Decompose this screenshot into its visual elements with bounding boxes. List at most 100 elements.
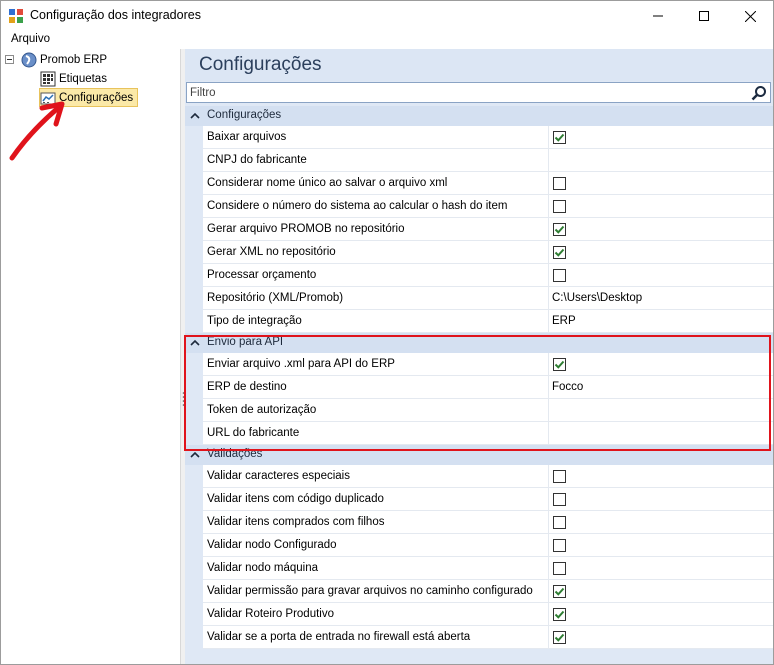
property-value-text: Focco <box>552 381 584 393</box>
property-row[interactable]: URL do fabricante <box>185 422 773 445</box>
property-row[interactable]: Validar nodo Configurado <box>185 534 773 557</box>
property-value[interactable] <box>548 218 773 241</box>
property-value[interactable] <box>548 195 773 218</box>
checked-checkbox[interactable] <box>553 223 566 236</box>
tree-node-promob-erp[interactable]: Promob ERP <box>21 50 107 69</box>
property-row[interactable]: Baixar arquivos <box>185 126 773 149</box>
property-name: Validar se a porta de entrada no firewal… <box>207 631 471 643</box>
property-value[interactable] <box>548 241 773 264</box>
collapse-caret-icon[interactable] <box>190 338 200 348</box>
checkmark-icon <box>554 360 565 369</box>
property-value[interactable] <box>548 557 773 580</box>
property-row[interactable]: Processar orçamento <box>185 264 773 287</box>
checked-checkbox[interactable] <box>553 131 566 144</box>
property-row[interactable]: Token de autorização <box>185 399 773 422</box>
property-row[interactable]: Gerar XML no repositório <box>185 241 773 264</box>
property-value[interactable] <box>548 422 773 445</box>
filter-input[interactable] <box>190 84 740 101</box>
row-gutter <box>185 465 203 488</box>
property-row[interactable]: Validar caracteres especiais <box>185 465 773 488</box>
property-value[interactable] <box>548 353 773 376</box>
property-name: Validar nodo máquina <box>207 562 319 574</box>
row-gutter <box>185 534 203 557</box>
property-value[interactable] <box>548 488 773 511</box>
unchecked-checkbox[interactable] <box>553 493 566 506</box>
property-value[interactable] <box>548 399 773 422</box>
minimize-button[interactable] <box>635 1 681 31</box>
property-row[interactable]: Validar itens comprados com filhos <box>185 511 773 534</box>
checked-checkbox[interactable] <box>553 608 566 621</box>
property-value[interactable] <box>548 534 773 557</box>
property-value[interactable] <box>548 511 773 534</box>
property-row[interactable]: ERP de destino Focco <box>185 376 773 399</box>
checkmark-icon <box>554 610 565 619</box>
maximize-button[interactable] <box>681 1 727 31</box>
category-envio-para-api[interactable]: Envio para API <box>185 333 773 353</box>
property-value[interactable] <box>548 172 773 195</box>
property-name: Gerar XML no repositório <box>207 246 336 258</box>
property-row[interactable]: Gerar arquivo PROMOB no repositório <box>185 218 773 241</box>
property-name: Baixar arquivos <box>207 131 287 143</box>
collapse-caret-icon[interactable] <box>190 111 200 121</box>
row-gutter <box>185 310 203 333</box>
property-row[interactable]: Tipo de integração ERP <box>185 310 773 333</box>
property-value[interactable]: Focco <box>548 376 773 399</box>
category-configuracoes[interactable]: Configurações <box>185 106 773 126</box>
filter-box[interactable] <box>186 82 771 103</box>
close-button[interactable] <box>727 1 773 31</box>
property-row[interactable]: Validar nodo máquina <box>185 557 773 580</box>
property-name: Token de autorização <box>207 404 317 416</box>
property-value[interactable] <box>548 264 773 287</box>
property-value[interactable] <box>548 465 773 488</box>
tree-node-etiquetas[interactable]: Etiquetas <box>40 69 107 88</box>
unchecked-checkbox[interactable] <box>553 562 566 575</box>
unchecked-checkbox[interactable] <box>553 200 566 213</box>
checked-checkbox[interactable] <box>553 358 566 371</box>
property-row[interactable]: Enviar arquivo .xml para API do ERP <box>185 353 773 376</box>
checkmark-icon <box>554 133 565 142</box>
menu-bar: Arquivo <box>1 31 773 49</box>
row-gutter <box>185 557 203 580</box>
property-row[interactable]: Considerar nome único ao salvar o arquiv… <box>185 172 773 195</box>
unchecked-checkbox[interactable] <box>553 177 566 190</box>
checked-checkbox[interactable] <box>553 631 566 644</box>
property-value[interactable] <box>548 603 773 626</box>
property-value[interactable] <box>548 580 773 603</box>
row-gutter <box>185 172 203 195</box>
unchecked-checkbox[interactable] <box>553 269 566 282</box>
property-name: Validar caracteres especiais <box>207 470 350 482</box>
row-gutter <box>185 264 203 287</box>
property-row[interactable]: Validar itens com código duplicado <box>185 488 773 511</box>
unchecked-checkbox[interactable] <box>553 516 566 529</box>
collapse-toggle[interactable] <box>5 55 14 64</box>
category-validacoes[interactable]: Validações <box>185 445 773 465</box>
property-value[interactable]: ERP <box>548 310 773 333</box>
checked-checkbox[interactable] <box>553 246 566 259</box>
search-icon[interactable] <box>751 85 767 101</box>
page-title: Configurações <box>199 54 322 75</box>
property-row[interactable]: Considere o número do sistema ao calcula… <box>185 195 773 218</box>
panel-header: Configurações <box>185 49 773 81</box>
property-value[interactable]: C:\Users\Desktop <box>548 287 773 310</box>
unchecked-checkbox[interactable] <box>553 470 566 483</box>
property-value[interactable] <box>548 149 773 172</box>
collapse-caret-icon[interactable] <box>190 450 200 460</box>
row-gutter <box>185 241 203 264</box>
property-row[interactable]: Validar se a porta de entrada no firewal… <box>185 626 773 649</box>
row-gutter <box>185 218 203 241</box>
property-name: Enviar arquivo .xml para API do ERP <box>207 358 395 370</box>
property-value[interactable] <box>548 126 773 149</box>
property-value[interactable] <box>548 626 773 649</box>
property-name: Validar itens comprados com filhos <box>207 516 385 528</box>
property-name: Repositório (XML/Promob) <box>207 292 344 304</box>
property-row[interactable]: CNPJ do fabricante <box>185 149 773 172</box>
unchecked-checkbox[interactable] <box>553 539 566 552</box>
row-gutter <box>185 149 203 172</box>
property-row[interactable]: Validar permissão para gravar arquivos n… <box>185 580 773 603</box>
row-gutter <box>185 603 203 626</box>
checked-checkbox[interactable] <box>553 585 566 598</box>
property-row[interactable]: Validar Roteiro Produtivo <box>185 603 773 626</box>
menu-arquivo[interactable]: Arquivo <box>11 33 50 45</box>
property-row[interactable]: Repositório (XML/Promob) C:\Users\Desktop <box>185 287 773 310</box>
row-gutter <box>185 287 203 310</box>
